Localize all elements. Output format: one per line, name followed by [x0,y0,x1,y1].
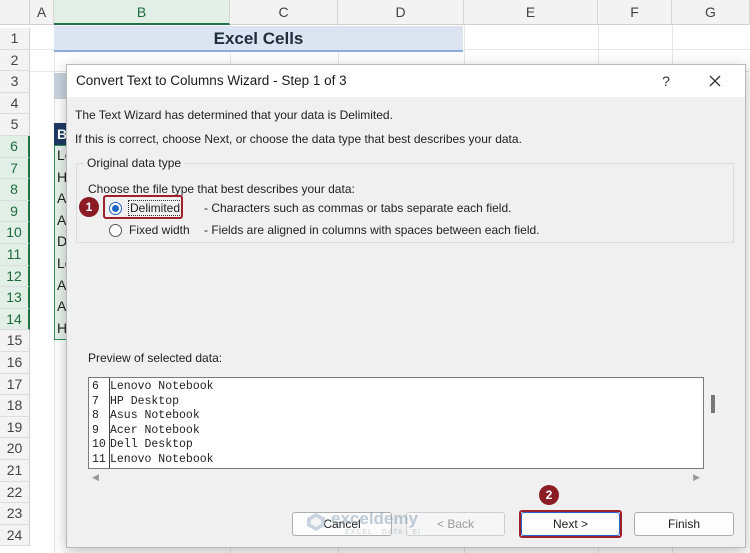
wizard-message: The Text Wizard has determined that your… [75,108,393,122]
preview-line-text: Acer Notebook [110,423,200,437]
finish-button[interactable]: Finish [634,512,734,536]
preview-line: 7 HP Desktop [92,395,179,409]
group-label: Original data type [84,156,185,170]
watermark-name: exceldemy [331,509,418,528]
wizard-instruction: If this is correct, choose Next, or choo… [75,132,522,146]
choose-label: Choose the file type that best describes… [88,182,355,196]
next-highlight-box [519,510,622,538]
row-header-8[interactable]: 8 [0,179,30,201]
preview-line-text: Asus Notebook [110,409,200,422]
column-header-c[interactable]: C [230,0,338,25]
exceldemy-logo-icon [307,513,325,531]
fixed-width-option[interactable]: Fixed width [109,223,199,241]
preview-label: Preview of selected data: [88,351,223,365]
help-button[interactable]: ? [651,71,681,91]
step-marker-1: 1 [79,197,99,217]
preview-line-number: 9 [92,423,99,437]
select-all-corner[interactable] [0,0,30,25]
column-header-e[interactable]: E [464,0,598,25]
text-to-columns-dialog: Convert Text to Columns Wizard - Step 1 … [66,64,746,548]
dialog-titlebar[interactable]: Convert Text to Columns Wizard - Step 1 … [67,65,745,97]
row-header-23[interactable]: 23 [0,503,30,525]
column-header-g[interactable]: G [672,0,750,25]
preview-line-text: Lenovo Notebook [110,452,214,466]
row-header-15[interactable]: 15 [0,330,30,352]
row-header-12[interactable]: 12 [0,265,30,288]
row-header-4[interactable]: 4 [0,92,30,115]
row-header-3[interactable]: 3 [0,71,30,93]
preview-line-number: 6 [92,380,99,393]
scroll-left-icon[interactable]: ◀ [92,472,99,483]
preview-pane[interactable]: 6 Lenovo Notebook 7 HP Desktop 8 Asus Noteb… [88,377,704,469]
preview-line: 9 Acer Notebook [92,424,200,438]
scroll-thumb[interactable] [711,395,715,413]
preview-line-text: HP Desktop [110,394,180,408]
fixed-width-radio[interactable] [109,224,122,237]
row-header-14[interactable]: 14 [0,308,30,331]
row-header-21[interactable]: 21 [0,460,30,482]
dialog-title: Convert Text to Columns Wizard - Step 1 … [76,73,347,88]
column-header-a[interactable]: A [30,0,54,25]
row-header-2[interactable]: 2 [0,49,30,72]
preview-line-text: Dell Desktop [110,438,193,451]
column-header-d[interactable]: D [338,0,464,25]
preview-line: 11 Lenovo Notebook [92,453,214,467]
title-cell[interactable]: Excel Cells [54,26,463,52]
preview-line: 8 Asus Notebook [92,409,200,423]
row-header-22[interactable]: 22 [0,481,30,504]
preview-line-number: 7 [92,394,99,408]
preview-horizontal-scrollbar[interactable]: ◀ ▶ [88,471,704,485]
row-header-9[interactable]: 9 [0,200,30,223]
row-header-13[interactable]: 13 [0,287,30,309]
row-header-24[interactable]: 24 [0,524,30,547]
watermark-tagline: EXCEL · DATA · BI [345,529,421,536]
preview-line-number: 11 [92,452,106,466]
close-button[interactable] [697,69,733,93]
preview-vertical-scrollbar[interactable] [707,377,721,469]
preview-line-number: 10 [92,438,106,451]
row-header-5[interactable]: 5 [0,114,30,136]
row-header-17[interactable]: 17 [0,373,30,396]
row-header-10[interactable]: 10 [0,222,30,244]
preview-line-text: Lenovo Notebook [110,380,214,393]
fixed-width-label[interactable]: Fixed width [129,223,190,237]
column-header-b[interactable]: B [54,0,230,25]
close-icon [709,75,721,87]
delimited-highlight-box [103,195,183,219]
row-header-19[interactable]: 19 [0,416,30,439]
row-header-6[interactable]: 6 [0,136,30,158]
column-header-f[interactable]: F [598,0,672,25]
row-header-18[interactable]: 18 [0,395,30,417]
row-header-11[interactable]: 11 [0,244,30,266]
preview-line-number: 8 [92,409,99,422]
fixed-width-description: - Fields are aligned in columns with spa… [204,223,540,237]
row-header-7[interactable]: 7 [0,157,30,180]
row-header-20[interactable]: 20 [0,438,30,460]
delimited-description: - Characters such as commas or tabs sepa… [204,201,512,215]
preview-line: 6 Lenovo Notebook [92,380,214,394]
step-marker-2: 2 [539,485,559,505]
watermark: exceldemy EXCEL · DATA · BI [305,509,455,539]
row-header-1[interactable]: 1 [0,28,30,50]
scroll-right-icon[interactable]: ▶ [693,472,700,483]
row-header-16[interactable]: 16 [0,352,30,374]
preview-line: 10 Dell Desktop [92,438,193,452]
